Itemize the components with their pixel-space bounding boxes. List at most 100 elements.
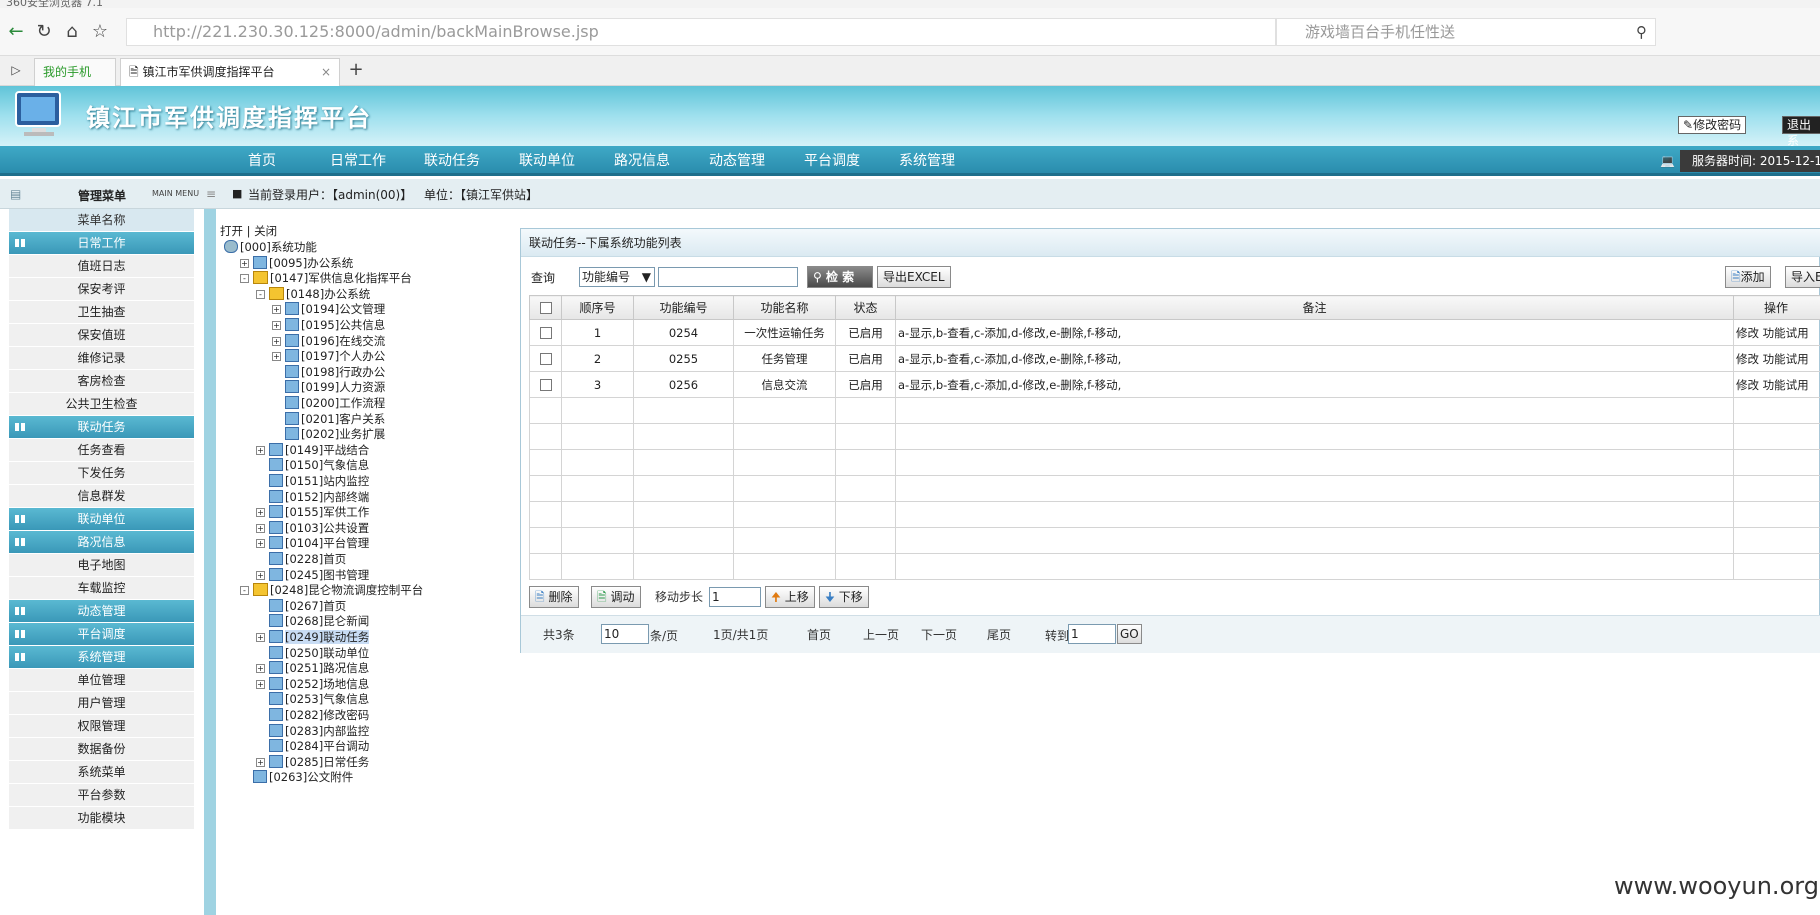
menu-platform-dispatch[interactable]: 平台调度 <box>804 146 860 176</box>
sidebar-item-8[interactable]: 公共卫生检查 <box>9 393 194 415</box>
tree-node[interactable]: [0199]人力资源 <box>272 379 385 396</box>
delete-button[interactable]: 🗎 删除 <box>529 586 579 608</box>
sidebar-toggle-icon[interactable]: ▷ <box>4 58 28 82</box>
sidebar-item-12[interactable]: 信息群发 <box>9 485 194 507</box>
tree-node[interactable]: [0268]昆仑新闻 <box>256 613 369 630</box>
tree-node[interactable]: + [0195]公共信息 <box>272 317 385 334</box>
tree-node[interactable]: [0151]站内监控 <box>256 473 369 490</box>
tree-node[interactable]: [0202]业务扩展 <box>272 426 385 443</box>
expand-icon[interactable]: + <box>240 258 249 268</box>
tree-node[interactable]: [0200]工作流程 <box>272 395 385 412</box>
row-checkbox[interactable] <box>539 379 552 391</box>
cell-ops[interactable]: 修改 功能试用 <box>1733 345 1820 372</box>
tree-node[interactable]: [0152]内部终端 <box>256 489 369 506</box>
tree-node[interactable]: + [0285]日常任务 <box>256 754 369 771</box>
sidebar-group-1[interactable]: 日常工作 <box>9 232 194 254</box>
tree-node[interactable]: + [0251]路况信息 <box>256 660 369 677</box>
tree-node[interactable]: + [0103]公共设置 <box>256 520 369 537</box>
sidebar-group-14[interactable]: 路况信息 <box>9 531 194 553</box>
goto-page-input[interactable]: 1 <box>1068 624 1116 644</box>
collapse-handle-icon[interactable]: ≡ <box>206 187 216 201</box>
tab-active-page[interactable]: 🗎 镇江市军供调度指挥平台 × <box>120 58 340 86</box>
url-input[interactable]: http://221.230.30.125:8000/admin/backMai… <box>126 18 1276 46</box>
pager-prev[interactable]: 上一页 <box>863 625 899 645</box>
sidebar-item-10[interactable]: 任务查看 <box>9 439 194 461</box>
expand-icon[interactable]: + <box>256 508 265 518</box>
tree-node[interactable]: + [0095]办公系统 <box>240 255 353 272</box>
expand-icon[interactable]: + <box>272 321 281 330</box>
move-down-button[interactable]: 🠋 下移 <box>819 586 869 608</box>
tree-node[interactable]: [0198]行政办公 <box>272 364 385 381</box>
tree-node[interactable]: + [0155]军供工作 <box>256 504 369 521</box>
menu-road-info[interactable]: 路况信息 <box>614 146 670 176</box>
sidebar-item-7[interactable]: 客房检查 <box>9 370 194 392</box>
tree-node[interactable]: + [0245]图书管理 <box>256 567 369 584</box>
logout-button[interactable]: 退出系 <box>1782 116 1820 148</box>
tree-node[interactable]: [0201]客户关系 <box>272 411 385 428</box>
menu-linked-tasks[interactable]: 联动任务 <box>424 146 480 176</box>
sidebar-item-0[interactable]: 菜单名称 <box>9 209 194 231</box>
cell-ops[interactable]: 修改 功能试用 <box>1733 371 1820 398</box>
search-input[interactable]: 游戏墙百台手机任性送 ⚲ <box>1276 18 1656 46</box>
tree-node[interactable]: + [0197]个人办公 <box>272 348 385 365</box>
import-excel-button[interactable]: 导入EXCEL <box>1785 266 1820 288</box>
query-input[interactable] <box>658 267 798 287</box>
table-row[interactable]: 1 0254 一次性运输任务 已启用 a-显示,b-查看,c-添加,d-修改,e-删除,… <box>529 319 1820 346</box>
menu-linked-units[interactable]: 联动单位 <box>519 146 575 176</box>
row-checkbox-cell[interactable] <box>529 345 562 372</box>
tree-node[interactable]: + [0194]公文管理 <box>272 301 385 318</box>
query-field-select[interactable]: 功能编号 ▼ <box>579 267 655 287</box>
move-up-button[interactable]: 🠉 上移 <box>765 586 815 608</box>
search-button[interactable]: ⚲ 检 索 <box>807 266 873 288</box>
change-password-button[interactable]: ✎修改密码 <box>1678 116 1747 134</box>
tree-toolbar[interactable]: 打开 | 关闭 <box>220 223 277 240</box>
sidebar-item-23[interactable]: 数据备份 <box>9 738 194 760</box>
sidebar-group-18[interactable]: 平台调度 <box>9 623 194 645</box>
close-tab-icon[interactable]: × <box>321 59 331 85</box>
sidebar-item-21[interactable]: 用户管理 <box>9 692 194 714</box>
sidebar-item-15[interactable]: 电子地图 <box>9 554 194 576</box>
sidebar-group-9[interactable]: 联动任务 <box>9 416 194 438</box>
collapse-icon[interactable]: - <box>256 289 265 299</box>
sidebar-item-16[interactable]: 车载监控 <box>9 577 194 599</box>
go-button[interactable]: GO <box>1117 624 1142 644</box>
refresh-icon[interactable]: ↻ <box>32 20 56 44</box>
tree-node[interactable]: [0253]气象信息 <box>256 691 369 708</box>
tree-node[interactable]: [0283]内部监控 <box>256 723 369 740</box>
left-scrollbar[interactable] <box>204 209 216 915</box>
sidebar-item-3[interactable]: 保安考评 <box>9 278 194 300</box>
tree-node[interactable]: [0263]公文附件 <box>240 769 353 786</box>
tree-node[interactable]: [0250]联动单位 <box>256 645 369 662</box>
expand-icon[interactable]: + <box>272 336 281 346</box>
add-button[interactable]: 🗎添加 <box>1725 266 1771 288</box>
tree-node[interactable]: + [0104]平台管理 <box>256 535 369 552</box>
sidebar-item-22[interactable]: 权限管理 <box>9 715 194 737</box>
pager-next[interactable]: 下一页 <box>921 625 957 645</box>
expand-icon[interactable]: + <box>256 539 265 549</box>
tree-node[interactable]: + [0252]场地信息 <box>256 676 369 693</box>
collapse-icon[interactable]: - <box>240 586 249 596</box>
expand-icon[interactable]: + <box>272 305 281 315</box>
expand-icon[interactable]: + <box>272 352 281 362</box>
tree-node[interactable]: + [0249]联动任务 <box>256 629 370 646</box>
tree-node[interactable]: - [0147]军供信息化指挥平台 <box>240 270 412 287</box>
row-checkbox-cell[interactable] <box>529 371 562 398</box>
step-input[interactable]: 1 <box>709 587 761 607</box>
tree-node[interactable]: [0228]首页 <box>256 551 346 568</box>
expand-icon[interactable]: + <box>256 679 265 689</box>
expand-icon[interactable]: + <box>256 664 265 674</box>
menu-dynamic-mgmt[interactable]: 动态管理 <box>709 146 765 176</box>
sidebar-item-6[interactable]: 维修记录 <box>9 347 194 369</box>
tree-node[interactable]: - [0148]办公系统 <box>256 286 370 303</box>
sidebar-item-2[interactable]: 值班日志 <box>9 255 194 277</box>
new-tab-icon[interactable]: + <box>344 58 368 82</box>
home-icon[interactable]: ⌂ <box>60 20 84 44</box>
row-checkbox[interactable] <box>539 327 552 339</box>
tree-node[interactable]: [0282]修改密码 <box>256 707 369 724</box>
pager-first[interactable]: 首页 <box>807 625 831 645</box>
back-icon[interactable]: ← <box>4 20 28 44</box>
sidebar-item-20[interactable]: 单位管理 <box>9 669 194 691</box>
tree-node[interactable]: [0267]首页 <box>256 598 346 615</box>
tree-node[interactable]: [0150]气象信息 <box>256 457 369 474</box>
tab-my-phone[interactable]: 我的手机 <box>34 58 116 86</box>
